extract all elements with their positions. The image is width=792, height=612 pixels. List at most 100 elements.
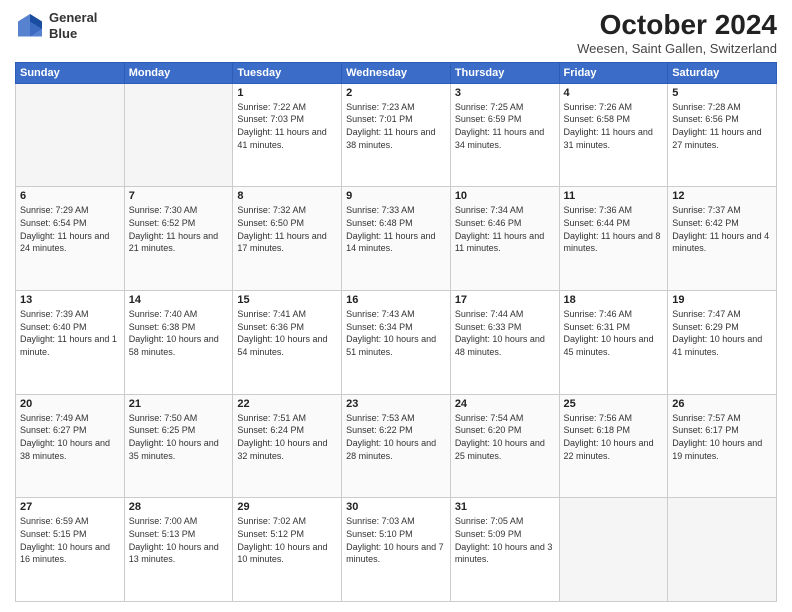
day-detail: Sunrise: 7:25 AMSunset: 6:59 PMDaylight:… bbox=[455, 101, 555, 151]
day-detail: Sunrise: 7:05 AMSunset: 5:09 PMDaylight:… bbox=[455, 515, 555, 565]
title-block: October 2024 Weesen, Saint Gallen, Switz… bbox=[577, 10, 777, 56]
calendar-cell: 5Sunrise: 7:28 AMSunset: 6:56 PMDaylight… bbox=[668, 83, 777, 187]
day-number: 15 bbox=[237, 294, 337, 306]
calendar-cell: 17Sunrise: 7:44 AMSunset: 6:33 PMDayligh… bbox=[450, 291, 559, 395]
day-number: 27 bbox=[20, 501, 120, 513]
day-detail: Sunrise: 7:29 AMSunset: 6:54 PMDaylight:… bbox=[20, 204, 120, 254]
calendar-cell: 27 Sunrise: 6:59 AMSunset: 5:15 PMDayligh… bbox=[16, 498, 125, 602]
day-detail: Sunrise: 7:40 AMSunset: 6:38 PMDaylight:… bbox=[129, 308, 229, 358]
calendar-cell: 2 Sunrise: 7:23 AMSunset: 7:01 PMDaylight… bbox=[342, 83, 451, 187]
weekday-thursday: Thursday bbox=[450, 62, 559, 83]
day-detail: Sunrise: 7:46 AMSunset: 6:31 PMDaylight:… bbox=[564, 308, 664, 358]
day-detail: Sunrise: 7:36 AMSunset: 6:44 PMDaylight:… bbox=[564, 204, 664, 254]
calendar-cell: 21 Sunrise: 7:50 AMSunset: 6:25 PMDayligh… bbox=[124, 394, 233, 498]
day-detail: Sunrise: 7:26 AMSunset: 6:58 PMDaylight:… bbox=[564, 101, 664, 151]
day-number: 1 bbox=[237, 87, 337, 99]
calendar-cell: 4 Sunrise: 7:26 AMSunset: 6:58 PMDaylight… bbox=[559, 83, 668, 187]
day-detail: Sunrise: 7:41 AMSunset: 6:36 PMDaylight:… bbox=[237, 308, 337, 358]
logo: General Blue bbox=[15, 10, 97, 41]
day-number: 19 bbox=[672, 294, 772, 306]
day-number: 26 bbox=[672, 398, 772, 410]
calendar-cell: 3 Sunrise: 7:25 AMSunset: 6:59 PMDaylight… bbox=[450, 83, 559, 187]
logo-icon bbox=[15, 11, 45, 41]
day-detail: Sunrise: 7:03 AMSunset: 5:10 PMDaylight:… bbox=[346, 515, 446, 565]
day-detail: Sunrise: 7:57 AMSunset: 6:17 PMDaylight:… bbox=[672, 412, 772, 462]
day-number: 6 bbox=[20, 190, 120, 202]
day-number: 22 bbox=[237, 398, 337, 410]
day-number: 30 bbox=[346, 501, 446, 513]
weekday-header-row: SundayMondayTuesdayWednesdayThursdayFrid… bbox=[16, 62, 777, 83]
calendar-cell: 12Sunrise: 7:37 AMSunset: 6:42 PMDayligh… bbox=[668, 187, 777, 291]
day-number: 14 bbox=[129, 294, 229, 306]
day-number: 29 bbox=[237, 501, 337, 513]
header: General Blue October 2024 Weesen, Saint … bbox=[15, 10, 777, 56]
calendar-cell bbox=[559, 498, 668, 602]
calendar-table: SundayMondayTuesdayWednesdayThursdayFrid… bbox=[15, 62, 777, 602]
day-detail: Sunrise: 7:49 AMSunset: 6:27 PMDaylight:… bbox=[20, 412, 120, 462]
calendar-week-3: 13Sunrise: 7:39 AMSunset: 6:40 PMDayligh… bbox=[16, 291, 777, 395]
day-number: 4 bbox=[564, 87, 664, 99]
day-number: 21 bbox=[129, 398, 229, 410]
calendar-cell: 29 Sunrise: 7:02 AMSunset: 5:12 PMDayligh… bbox=[233, 498, 342, 602]
day-detail: Sunrise: 7:54 AMSunset: 6:20 PMDaylight:… bbox=[455, 412, 555, 462]
weekday-tuesday: Tuesday bbox=[233, 62, 342, 83]
weekday-sunday: Sunday bbox=[16, 62, 125, 83]
day-number: 23 bbox=[346, 398, 446, 410]
day-detail: Sunrise: 7:50 AMSunset: 6:25 PMDaylight:… bbox=[129, 412, 229, 462]
calendar-week-2: 6 Sunrise: 7:29 AMSunset: 6:54 PMDaylight… bbox=[16, 187, 777, 291]
day-number: 5 bbox=[672, 87, 772, 99]
day-detail: Sunrise: 7:43 AMSunset: 6:34 PMDaylight:… bbox=[346, 308, 446, 358]
day-number: 10 bbox=[455, 190, 555, 202]
day-number: 17 bbox=[455, 294, 555, 306]
day-number: 7 bbox=[129, 190, 229, 202]
calendar-cell: 1 Sunrise: 7:22 AMSunset: 7:03 PMDaylight… bbox=[233, 83, 342, 187]
day-detail: Sunrise: 7:00 AMSunset: 5:13 PMDaylight:… bbox=[129, 515, 229, 565]
calendar-cell: 26 Sunrise: 7:57 AMSunset: 6:17 PMDayligh… bbox=[668, 394, 777, 498]
calendar-cell: 13Sunrise: 7:39 AMSunset: 6:40 PMDayligh… bbox=[16, 291, 125, 395]
day-detail: Sunrise: 7:22 AMSunset: 7:03 PMDaylight:… bbox=[237, 101, 337, 151]
day-number: 18 bbox=[564, 294, 664, 306]
day-number: 16 bbox=[346, 294, 446, 306]
day-detail: Sunrise: 7:56 AMSunset: 6:18 PMDaylight:… bbox=[564, 412, 664, 462]
month-title: October 2024 bbox=[577, 10, 777, 41]
day-number: 9 bbox=[346, 190, 446, 202]
calendar-week-5: 27 Sunrise: 6:59 AMSunset: 5:15 PMDayligh… bbox=[16, 498, 777, 602]
day-number: 24 bbox=[455, 398, 555, 410]
day-number: 13 bbox=[20, 294, 120, 306]
day-detail: Sunrise: 7:30 AMSunset: 6:52 PMDaylight:… bbox=[129, 204, 229, 254]
day-detail: Sunrise: 7:51 AMSunset: 6:24 PMDaylight:… bbox=[237, 412, 337, 462]
calendar-cell: 14 Sunrise: 7:40 AMSunset: 6:38 PMDayligh… bbox=[124, 291, 233, 395]
calendar-cell: 31Sunrise: 7:05 AMSunset: 5:09 PMDayligh… bbox=[450, 498, 559, 602]
day-number: 20 bbox=[20, 398, 120, 410]
day-detail: Sunrise: 7:02 AMSunset: 5:12 PMDaylight:… bbox=[237, 515, 337, 565]
calendar-cell: 20 Sunrise: 7:49 AMSunset: 6:27 PMDayligh… bbox=[16, 394, 125, 498]
day-detail: Sunrise: 7:32 AMSunset: 6:50 PMDaylight:… bbox=[237, 204, 337, 254]
calendar-cell: 28 Sunrise: 7:00 AMSunset: 5:13 PMDayligh… bbox=[124, 498, 233, 602]
weekday-friday: Friday bbox=[559, 62, 668, 83]
day-detail: Sunrise: 6:59 AMSunset: 5:15 PMDaylight:… bbox=[20, 515, 120, 565]
calendar-cell bbox=[16, 83, 125, 187]
calendar-week-1: 1 Sunrise: 7:22 AMSunset: 7:03 PMDaylight… bbox=[16, 83, 777, 187]
day-detail: Sunrise: 7:47 AMSunset: 6:29 PMDaylight:… bbox=[672, 308, 772, 358]
day-number: 28 bbox=[129, 501, 229, 513]
day-number: 3 bbox=[455, 87, 555, 99]
day-detail: Sunrise: 7:53 AMSunset: 6:22 PMDaylight:… bbox=[346, 412, 446, 462]
calendar-cell: 25 Sunrise: 7:56 AMSunset: 6:18 PMDayligh… bbox=[559, 394, 668, 498]
location: Weesen, Saint Gallen, Switzerland bbox=[577, 41, 777, 56]
calendar-cell: 24 Sunrise: 7:54 AMSunset: 6:20 PMDayligh… bbox=[450, 394, 559, 498]
calendar-cell: 15 Sunrise: 7:41 AMSunset: 6:36 PMDayligh… bbox=[233, 291, 342, 395]
day-number: 12 bbox=[672, 190, 772, 202]
calendar-cell: 10 Sunrise: 7:34 AMSunset: 6:46 PMDayligh… bbox=[450, 187, 559, 291]
page: General Blue October 2024 Weesen, Saint … bbox=[0, 0, 792, 612]
calendar-cell: 6 Sunrise: 7:29 AMSunset: 6:54 PMDaylight… bbox=[16, 187, 125, 291]
day-number: 25 bbox=[564, 398, 664, 410]
calendar-body: 1 Sunrise: 7:22 AMSunset: 7:03 PMDaylight… bbox=[16, 83, 777, 601]
day-number: 8 bbox=[237, 190, 337, 202]
day-detail: Sunrise: 7:34 AMSunset: 6:46 PMDaylight:… bbox=[455, 204, 555, 254]
day-detail: Sunrise: 7:33 AMSunset: 6:48 PMDaylight:… bbox=[346, 204, 446, 254]
day-number: 2 bbox=[346, 87, 446, 99]
calendar-cell: 7 Sunrise: 7:30 AMSunset: 6:52 PMDaylight… bbox=[124, 187, 233, 291]
day-detail: Sunrise: 7:23 AMSunset: 7:01 PMDaylight:… bbox=[346, 101, 446, 151]
calendar-cell bbox=[124, 83, 233, 187]
calendar-cell: 11Sunrise: 7:36 AMSunset: 6:44 PMDayligh… bbox=[559, 187, 668, 291]
